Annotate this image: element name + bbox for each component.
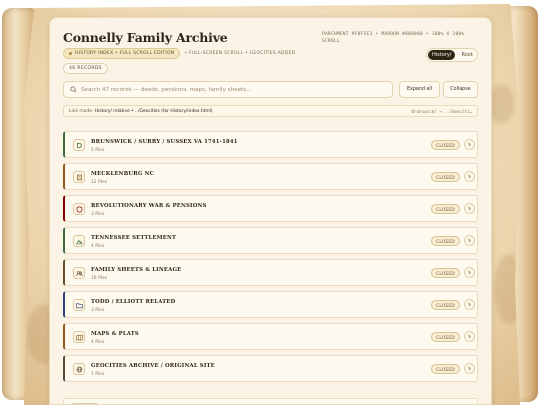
list-item[interactable]: TODD / ELLIOTT RELATED 3 files CLOSED <box>63 291 478 318</box>
edition-badge-label: HISTORY INDEX • FULL SCROLL EDITION <box>75 51 175 56</box>
edition-note: • FULL-SCREEN SCROLL • GEOCITIES ADDED <box>184 51 296 56</box>
theme-meta: PARCHMENT #F0F5E3 • MAROON #880000 • 100… <box>322 32 465 44</box>
link-mode-path: Brunswick/ → ../Geociti… <box>411 108 472 114</box>
search-box <box>63 81 393 98</box>
row-file-count: 4 files <box>91 244 105 249</box>
list-item-partial[interactable] <box>63 398 478 404</box>
map-icon <box>73 331 85 343</box>
edition-badges: HISTORY INDEX • FULL SCROLL EDITION • FU… <box>63 48 295 59</box>
search-icon <box>70 86 77 93</box>
row-title: TENNESSEE SETTLEMENT <box>91 235 177 241</box>
row-file-count: 5 files <box>91 148 105 153</box>
row-title: GEOCITIES ARCHIVE / ORIGINAL SITE <box>91 363 215 369</box>
chevron-right-icon[interactable] <box>464 331 475 342</box>
toggle-history[interactable]: History/ <box>428 50 456 60</box>
list-item[interactable]: MECKLENBURG NC 12 files CLOSED <box>63 163 478 190</box>
chevron-right-icon[interactable] <box>464 235 475 246</box>
link-mode-label: Link mode: <box>69 108 94 114</box>
status-badge: CLOSED <box>431 172 460 182</box>
list-item[interactable]: MAPS & PLATS 4 files CLOSED <box>63 323 478 350</box>
status-badge: CLOSED <box>431 300 460 310</box>
status-badge: CLOSED <box>431 268 460 278</box>
people-icon <box>73 267 85 279</box>
link-mode-text: Link mode: History/ relative • ../Geocit… <box>69 109 213 114</box>
archive-panel: Connelly Family Archive PARCHMENT #F0F5E… <box>49 17 492 405</box>
row-title: REVOLUTIONARY WAR & PENSIONS <box>91 203 207 209</box>
folder-icon <box>73 299 85 311</box>
collapse-button[interactable]: Collapse <box>443 81 478 98</box>
path-toggle: History/ Root <box>426 48 478 62</box>
search-input[interactable] <box>81 86 381 93</box>
row-file-count: 16 files <box>91 276 107 281</box>
row-file-count: 4 files <box>91 340 105 345</box>
row-title: FAMILY SHEETS & LINEAGE <box>91 267 182 273</box>
row-file-count: 3 files <box>91 308 105 313</box>
mountain-icon <box>73 235 85 247</box>
chevron-right-icon[interactable] <box>464 171 475 182</box>
map-pin-icon <box>73 139 85 151</box>
edition-badge: HISTORY INDEX • FULL SCROLL EDITION <box>63 48 181 59</box>
shield-icon <box>73 203 85 215</box>
chevron-right-icon[interactable] <box>464 299 475 310</box>
row-file-count: 3 files <box>91 212 105 217</box>
chevron-right-icon[interactable] <box>464 363 475 374</box>
chevron-right-icon[interactable] <box>464 203 475 214</box>
list-item[interactable]: BRUNSWICK / SURRY / SUSSEX VA 1741-1841 … <box>63 131 478 158</box>
dot-icon <box>69 52 72 55</box>
chevron-right-icon[interactable] <box>464 267 475 278</box>
status-badge: CLOSED <box>431 364 460 374</box>
status-badge: CLOSED <box>431 236 460 246</box>
scroll-icon <box>73 171 85 183</box>
globe-icon <box>73 363 85 375</box>
status-badge: CLOSED <box>431 140 460 150</box>
row-title: MECKLENBURG NC <box>91 171 155 177</box>
row-file-count: 1 files <box>91 372 105 377</box>
list-item[interactable]: GEOCITIES ARCHIVE / ORIGINAL SITE 1 file… <box>63 355 478 382</box>
chevron-right-icon[interactable] <box>464 139 475 150</box>
row-title: BRUNSWICK / SURRY / SUSSEX VA 1741-1841 <box>91 139 238 145</box>
status-badge: CLOSED <box>431 332 460 342</box>
row-title: MAPS & PLATS <box>91 331 139 337</box>
list-item[interactable]: REVOLUTIONARY WAR & PENSIONS 3 files CLO… <box>63 195 478 222</box>
link-mode-value: History/ relative • ../Geocities (for Hi… <box>94 108 213 114</box>
list-item[interactable]: TENNESSEE SETTLEMENT 4 files CLOSED <box>63 227 478 254</box>
list-item[interactable]: FAMILY SHEETS & LINEAGE 16 files CLOSED <box>63 259 478 286</box>
toggle-root[interactable]: Root <box>457 50 476 60</box>
page-title: Connelly Family Archive <box>63 30 228 45</box>
status-badge: CLOSED <box>431 204 460 214</box>
row-title: TODD / ELLIOTT RELATED <box>91 299 176 305</box>
expand-all-button[interactable]: Expand all <box>399 81 440 98</box>
link-mode-bar: Link mode: History/ relative • ../Geocit… <box>63 105 478 117</box>
row-file-count: 12 files <box>91 180 107 185</box>
records-count-badge: 46 RECORDS <box>63 63 108 74</box>
